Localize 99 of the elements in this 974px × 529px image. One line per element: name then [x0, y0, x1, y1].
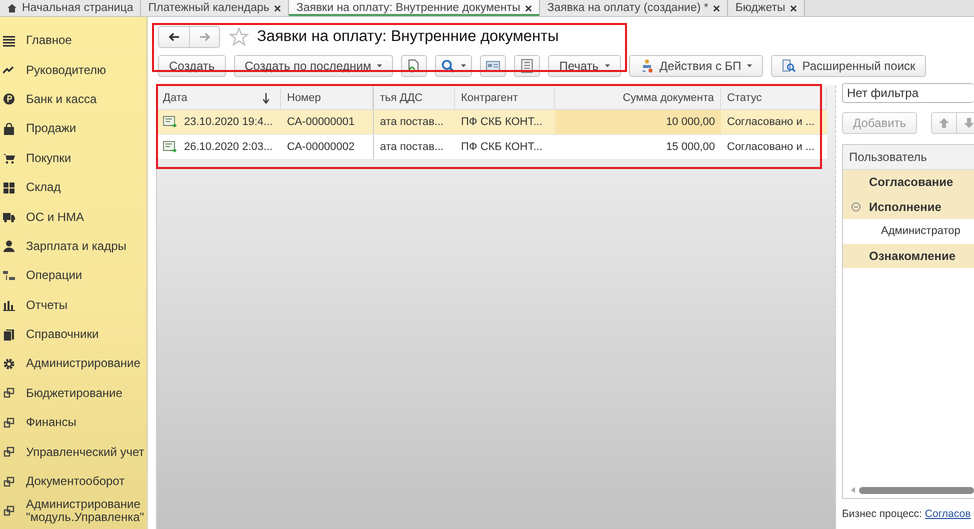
- trend-icon: [3, 64, 15, 76]
- document-add-icon: [407, 59, 422, 73]
- sidebar-item[interactable]: Главное: [26, 34, 72, 48]
- sidebar-item[interactable]: Справочники: [26, 328, 99, 342]
- search-icon: [441, 59, 456, 73]
- close-icon[interactable]: [790, 4, 798, 12]
- window-link-icon: [3, 504, 15, 517]
- filter-field[interactable]: Нет фильтра: [842, 83, 974, 103]
- toolbar-button[interactable]: Создать: [158, 55, 226, 77]
- table-cell: СА-00000001: [287, 116, 355, 128]
- sidebar-item[interactable]: Склад: [26, 181, 61, 194]
- column-header[interactable]: Контрагент: [461, 92, 518, 104]
- back-arrow-icon: [168, 32, 180, 42]
- up-arrow-icon: [939, 118, 950, 128]
- column-header[interactable]: Сумма документа: [622, 92, 714, 104]
- scrollbar-thumb[interactable]: [859, 486, 974, 494]
- toolbar-button[interactable]: Печать: [548, 55, 621, 77]
- toolbar-button[interactable]: [435, 55, 472, 77]
- home-icon: [7, 3, 17, 13]
- sidebar-item[interactable]: Отчеты: [26, 298, 68, 312]
- tree-row[interactable]: Согласование: [843, 170, 974, 194]
- tree-item: Исполнение: [869, 200, 942, 214]
- star-icon[interactable]: [229, 27, 249, 47]
- person-icon: [3, 240, 15, 252]
- ledger-icon: [3, 270, 15, 282]
- table-cell: Согласовано и ...: [727, 141, 815, 153]
- column-header[interactable]: Номер: [287, 92, 321, 104]
- sidebar-item[interactable]: Финансы: [26, 416, 76, 430]
- table-cell: 26.10.2020 2:03...: [184, 141, 273, 153]
- sidebar-item[interactable]: Бюджетирование: [26, 386, 122, 400]
- document-icon: [163, 141, 177, 153]
- sidebar-item[interactable]: Документооборот: [26, 475, 125, 488]
- tree-item: Ознакомление: [869, 248, 956, 263]
- tree-item: Администратор: [881, 225, 960, 238]
- close-icon[interactable]: [274, 4, 282, 12]
- tab[interactable]: Заявка на оплату (создание) *: [540, 0, 728, 16]
- column-header: Пользователь: [849, 150, 927, 164]
- toolbar-button[interactable]: [480, 55, 506, 77]
- document-icon: [163, 116, 177, 128]
- sidebar-item[interactable]: Администрирование: [26, 357, 140, 370]
- bar-chart-icon: [3, 299, 15, 312]
- coin-icon: [3, 93, 15, 106]
- process-label: Бизнес процесс:: [842, 508, 922, 520]
- bag-icon: [3, 122, 15, 135]
- process-icon: [640, 59, 654, 73]
- table-cell: ПФ СКБ КОНТ...: [461, 116, 542, 128]
- form-title: Заявки на оплату: Внутренние документы: [257, 28, 559, 46]
- sidebar-item[interactable]: Руководителю: [26, 64, 106, 77]
- toolbar-button[interactable]: Действия с БП: [628, 55, 764, 77]
- sidebar-item[interactable]: ОС и НМА: [26, 210, 84, 224]
- sidebar-item[interactable]: Банк и касса: [26, 92, 97, 106]
- cart-icon: [3, 152, 15, 164]
- sidebar-item[interactable]: Администрирование "модуль.Управленка": [26, 498, 146, 524]
- tab[interactable]: Начальная страница: [0, 0, 142, 16]
- toolbar-button[interactable]: [401, 55, 428, 77]
- window-link-icon: [3, 476, 15, 488]
- tree-row[interactable]: Исполнение: [843, 194, 974, 219]
- sidebar-item[interactable]: Покупки: [26, 152, 72, 165]
- sidebar-item[interactable]: Продажи: [26, 122, 76, 136]
- sidebar-item[interactable]: Зарплата и кадры: [26, 240, 126, 253]
- tab[interactable]: Бюджеты: [728, 0, 806, 16]
- toolbar-button[interactable]: [514, 55, 540, 77]
- toolbar-button[interactable]: Создать по последним: [234, 55, 394, 77]
- toolbar-button[interactable]: Расширенный поиск: [771, 55, 926, 77]
- collapse-icon[interactable]: [851, 202, 861, 212]
- table-cell: СА-00000002: [287, 141, 355, 153]
- tab[interactable]: Заявки на оплату: Внутренние документы: [289, 0, 540, 16]
- tree-row[interactable]: Ознакомление: [843, 244, 974, 268]
- column-header[interactable]: Дата: [163, 92, 188, 104]
- table-cell: ПФ СКБ КОНТ...: [461, 141, 542, 153]
- table-cell: 10 000,00: [666, 116, 715, 128]
- window-link-icon: [3, 416, 15, 429]
- window-link-icon: [3, 446, 15, 458]
- sidebar-item[interactable]: Операции: [26, 269, 82, 282]
- window-link-icon: [3, 387, 15, 400]
- table-row[interactable]: 26.10.2020 2:03... СА-00000002 ата постав... ПФ СКБ КОНТ... 15 000,00 Согласовано и ...: [157, 135, 827, 160]
- table-cell: 23.10.2020 19:4...: [184, 116, 273, 128]
- settings-icon: [3, 358, 15, 370]
- close-icon[interactable]: [713, 4, 720, 12]
- table-cell: Согласовано и ...: [727, 116, 815, 128]
- process-link[interactable]: Согласов: [924, 508, 971, 520]
- card-icon: [486, 59, 500, 73]
- table-row[interactable]: 23.10.2020 19:4... СА-00000001 ата постав... ПФ СКБ КОНТ... 10 000,00 Согласовано и ...: [157, 110, 827, 135]
- truck-icon: [3, 211, 15, 224]
- forward-arrow-icon: [198, 32, 210, 42]
- column-header[interactable]: Статус: [727, 92, 762, 104]
- tree-item: Согласование: [869, 175, 954, 190]
- find-document-icon: [782, 59, 796, 73]
- menu-icon: [3, 34, 15, 47]
- grid-icon: [3, 182, 15, 194]
- column-header[interactable]: тья ДДС: [380, 92, 423, 104]
- sidebar-item[interactable]: Управленческий учет: [26, 446, 144, 459]
- close-icon[interactable]: [525, 4, 532, 12]
- tab[interactable]: Платежный календарь: [141, 0, 290, 16]
- down-arrow-icon: [964, 118, 974, 128]
- table-cell: ата постав...: [380, 141, 444, 153]
- table-cell: 15 000,00: [666, 141, 715, 153]
- table-cell: ата постав...: [380, 116, 444, 128]
- books-icon: [3, 328, 15, 341]
